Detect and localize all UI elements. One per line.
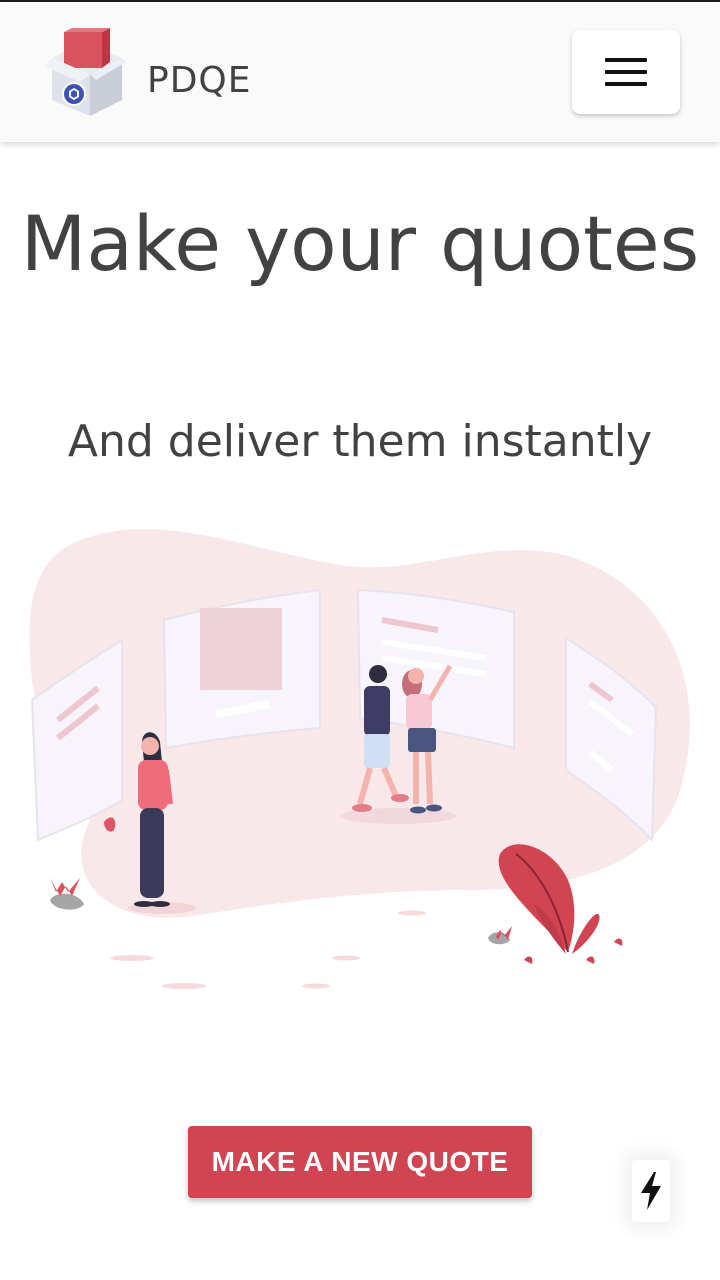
hero-subtitle: And deliver them instantly bbox=[67, 416, 653, 467]
app-header: PDQE bbox=[0, 2, 720, 142]
people-browsing-quotes-illustration bbox=[20, 520, 700, 1000]
lightning-bolt-icon[interactable] bbox=[632, 1160, 670, 1222]
make-new-quote-button[interactable]: MAKE A NEW QUOTE bbox=[188, 1126, 532, 1198]
menu-button[interactable] bbox=[572, 30, 680, 114]
hamburger-bar bbox=[605, 70, 647, 74]
hamburger-menu-icon bbox=[605, 58, 647, 62]
brand-name[interactable]: PDQE bbox=[147, 60, 252, 101]
hamburger-bar bbox=[605, 82, 647, 86]
hero-title: Make your quotes bbox=[20, 199, 700, 288]
package-box-icon[interactable] bbox=[40, 28, 126, 118]
